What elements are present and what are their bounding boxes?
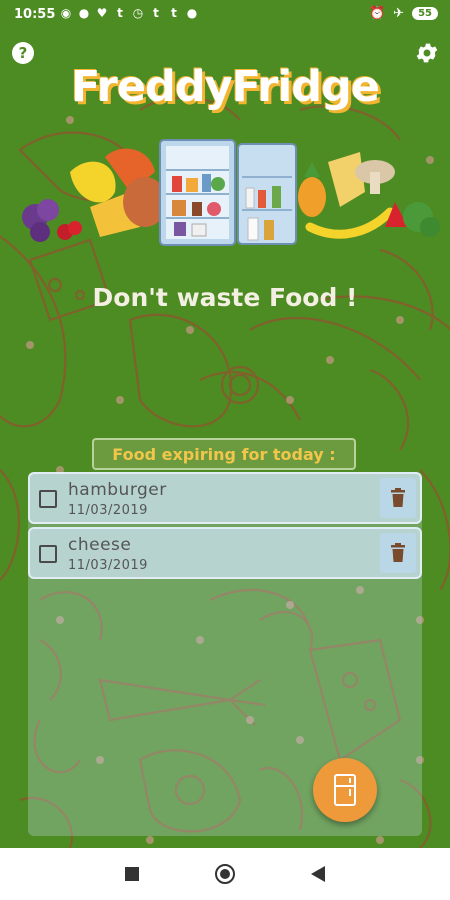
svg-text:?: ? (19, 44, 28, 62)
airplane-icon: ✈ (393, 6, 405, 21)
tagline: Don't waste Food ! (92, 283, 358, 312)
square-icon (125, 867, 139, 881)
item-date: 11/03/2019 (68, 558, 148, 573)
back-triangle-icon (311, 866, 325, 882)
fridge-icon (334, 774, 356, 806)
tumblr-icon: t (171, 6, 177, 20)
item-name: cheese (68, 535, 132, 555)
tumblr-icon: t (117, 6, 123, 20)
home-circle-icon (215, 864, 235, 884)
delete-button[interactable] (380, 478, 416, 518)
status-time: 10:55 (14, 7, 56, 22)
status-bar: 10:55 ◉ ● ♥ t ◷ t t ● ⏰ ✈ 55 (0, 0, 450, 30)
notification-icon: ◉ (60, 6, 72, 20)
item-name: hamburger (68, 480, 167, 500)
delete-button[interactable] (380, 533, 416, 573)
list-item: hamburger 11/03/2019 (28, 472, 422, 524)
item-date: 11/03/2019 (68, 503, 148, 518)
status-notification-icons: ◉ ● ♥ t ◷ t t ● (60, 7, 198, 19)
home-button[interactable] (215, 864, 235, 884)
item-checkbox[interactable] (39, 545, 57, 563)
trash-icon (391, 543, 405, 562)
back-button[interactable] (308, 864, 328, 884)
alarm-icon: ⏰ (368, 6, 386, 21)
section-header: Food expiring for today : (92, 438, 356, 470)
status-system-icons: ⏰ ✈ 55 (369, 6, 438, 21)
app-title: FreddyFridge (71, 62, 380, 112)
app-screen: 10:55 ◉ ● ♥ t ◷ t t ● ⏰ ✈ 55 ? FreddyFri… (0, 0, 450, 848)
recents-button[interactable] (122, 864, 142, 884)
battery-icon: 55 (412, 7, 438, 20)
twitter-icon: ♥ (96, 6, 108, 20)
list-item: cheese 11/03/2019 (28, 527, 422, 579)
clock-icon: ◷ (132, 6, 144, 20)
dot-icon: ● (78, 6, 90, 20)
dot-icon: ● (186, 6, 198, 20)
trash-icon (391, 488, 405, 507)
tumblr-icon: t (153, 6, 159, 20)
item-checkbox[interactable] (39, 490, 57, 508)
system-navigation-bar (0, 848, 450, 900)
open-fridge-button[interactable] (313, 758, 377, 822)
fridge-food-illustration (22, 139, 440, 246)
